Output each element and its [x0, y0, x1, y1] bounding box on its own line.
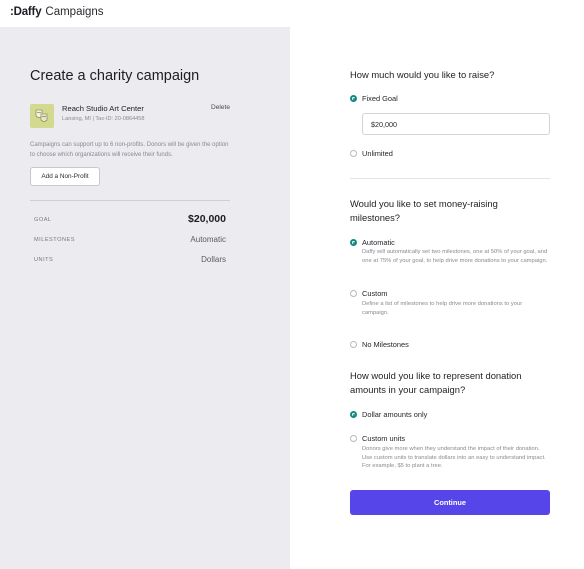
campaign-summary-panel: Create a charity campaign Reach Studio A… — [0, 27, 290, 569]
add-nonprofit-button[interactable]: Add a Non-Profit — [30, 167, 100, 186]
option-label: Unlimited — [362, 149, 393, 158]
unlimited-option[interactable]: Unlimited — [350, 149, 393, 158]
summary-label: UNITS — [34, 257, 54, 263]
continue-button[interactable]: Continue — [350, 490, 550, 515]
radio-selected[interactable] — [350, 411, 357, 418]
divider — [350, 178, 550, 179]
automatic-milestones-option[interactable]: Automatic — [350, 238, 395, 247]
summary-row-units: UNITS Dollars — [34, 255, 226, 267]
goal-question: How much would you like to raise? — [350, 69, 495, 80]
option-label: Custom — [362, 289, 388, 298]
product-name: Campaigns — [45, 6, 104, 18]
custom-units-description: Donors give more when they understand th… — [362, 446, 546, 470]
option-label: Custom units — [362, 434, 406, 443]
campaign-form: How much would you like to raise? Fixed … — [290, 27, 584, 569]
summary-value: $20,000 — [188, 213, 226, 225]
goal-amount-input[interactable]: $20,000 — [362, 113, 550, 135]
theater-masks-icon — [35, 109, 48, 122]
custom-description: Define a list of milestones to help driv… — [362, 301, 523, 316]
radio-unselected[interactable] — [350, 150, 357, 157]
nonprofit-name: Reach Studio Art Center — [62, 104, 144, 113]
summary-value: Dollars — [201, 255, 226, 264]
milestones-question: Would you like to set money-raising mile… — [350, 198, 498, 223]
option-label: Fixed Goal — [362, 94, 398, 103]
summary-row-goal: GOAL $20,000 — [34, 213, 226, 227]
radio-unselected[interactable] — [350, 341, 357, 348]
units-question: How would you like to represent donation… — [350, 370, 522, 395]
custom-milestones-option[interactable]: Custom — [350, 289, 387, 298]
divider — [30, 200, 230, 201]
radio-selected[interactable] — [350, 239, 357, 246]
brand[interactable]: :Daffy Campaigns — [10, 6, 104, 18]
option-label: Automatic — [362, 238, 395, 247]
no-milestones-option[interactable]: No Milestones — [350, 340, 409, 349]
nonprofit-card: Reach Studio Art Center Lansing, MI | Ta… — [30, 104, 230, 129]
summary-row-milestones: MILESTONES Automatic — [34, 235, 226, 247]
summary-label: MILESTONES — [34, 237, 75, 243]
nonprofit-logo — [30, 104, 54, 128]
dollar-amounts-option[interactable]: Dollar amounts only — [350, 410, 427, 419]
summary-value: Automatic — [190, 235, 226, 244]
custom-units-option[interactable]: Custom units — [350, 434, 405, 443]
delete-nonprofit-link[interactable]: Delete — [211, 104, 230, 111]
fixed-goal-option[interactable]: Fixed Goal — [350, 94, 398, 103]
radio-selected[interactable] — [350, 95, 357, 102]
support-text: Campaigns can support up to 6 non-profit… — [30, 142, 229, 158]
option-label: No Milestones — [362, 340, 409, 349]
daffy-logo: :Daffy — [10, 6, 42, 18]
radio-unselected[interactable] — [350, 435, 357, 442]
top-bar: :Daffy Campaigns — [0, 0, 584, 27]
page-title: Create a charity campaign — [30, 68, 200, 84]
automatic-description: Daffy will automatically set two milesto… — [362, 249, 548, 264]
option-label: Dollar amounts only — [362, 410, 428, 419]
radio-unselected[interactable] — [350, 290, 357, 297]
summary-label: GOAL — [34, 217, 52, 223]
nonprofit-location: Lansing, MI | Tax-ID: 20-0864458 — [62, 116, 145, 122]
